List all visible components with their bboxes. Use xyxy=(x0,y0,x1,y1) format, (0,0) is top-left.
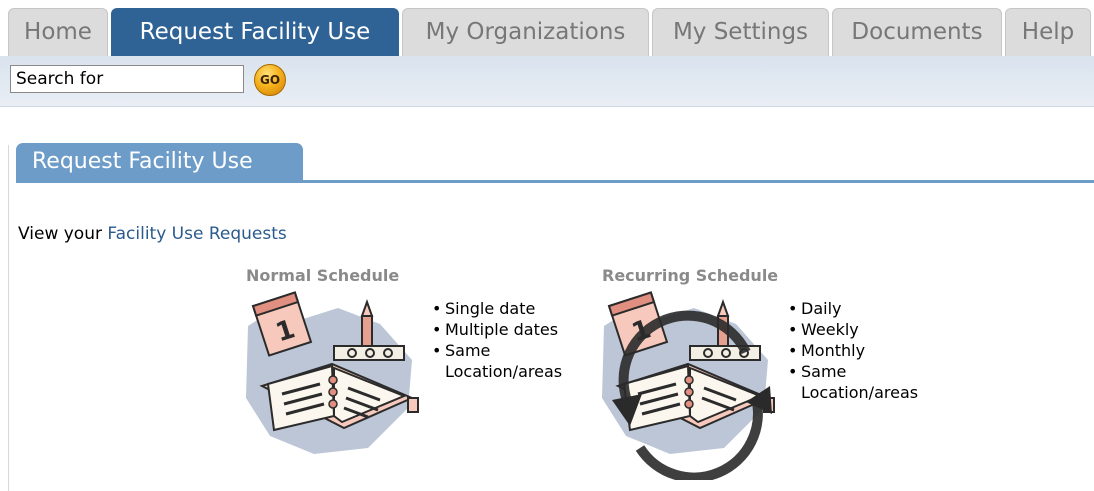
main-nav: Home Request Facility Use My Organizatio… xyxy=(0,0,1094,56)
recurring-schedule-title: Recurring Schedule xyxy=(602,266,779,285)
tab-request-facility-use[interactable]: Request Facility Use xyxy=(111,8,399,56)
normal-schedule-title: Normal Schedule xyxy=(246,266,400,285)
tab-documents[interactable]: Documents xyxy=(832,8,1002,56)
tab-home[interactable]: Home xyxy=(8,8,108,56)
tab-my-settings[interactable]: My Settings xyxy=(652,8,829,56)
list-item: Weekly xyxy=(788,319,941,340)
left-divider xyxy=(8,145,9,491)
recurring-schedule-list: Daily Weekly Monthly Same Location/areas xyxy=(788,298,941,403)
normal-schedule-icon[interactable]: 1 xyxy=(240,290,430,458)
tab-help[interactable]: Help xyxy=(1005,8,1091,56)
normal-schedule-list: Single date Multiple dates Same Location… xyxy=(432,298,585,382)
recurring-schedule-icon[interactable]: 1 xyxy=(596,290,790,480)
search-input[interactable] xyxy=(10,65,244,93)
list-item: Single date xyxy=(432,298,585,319)
section-underline xyxy=(16,180,1094,183)
go-button[interactable]: GO xyxy=(254,64,286,96)
search-bar: GO xyxy=(0,56,1094,107)
section-title: Request Facility Use xyxy=(16,143,303,181)
view-requests-prefix: View your xyxy=(18,224,102,244)
facility-use-requests-link[interactable]: Facility Use Requests xyxy=(107,224,286,244)
list-item: Multiple dates xyxy=(432,319,585,340)
tab-my-organizations[interactable]: My Organizations xyxy=(402,8,649,56)
list-item: Same Location/areas xyxy=(788,361,941,403)
list-item: Same Location/areas xyxy=(432,340,585,382)
list-item: Daily xyxy=(788,298,941,319)
list-item: Monthly xyxy=(788,340,941,361)
view-requests-line: View your Facility Use Requests xyxy=(18,224,287,244)
